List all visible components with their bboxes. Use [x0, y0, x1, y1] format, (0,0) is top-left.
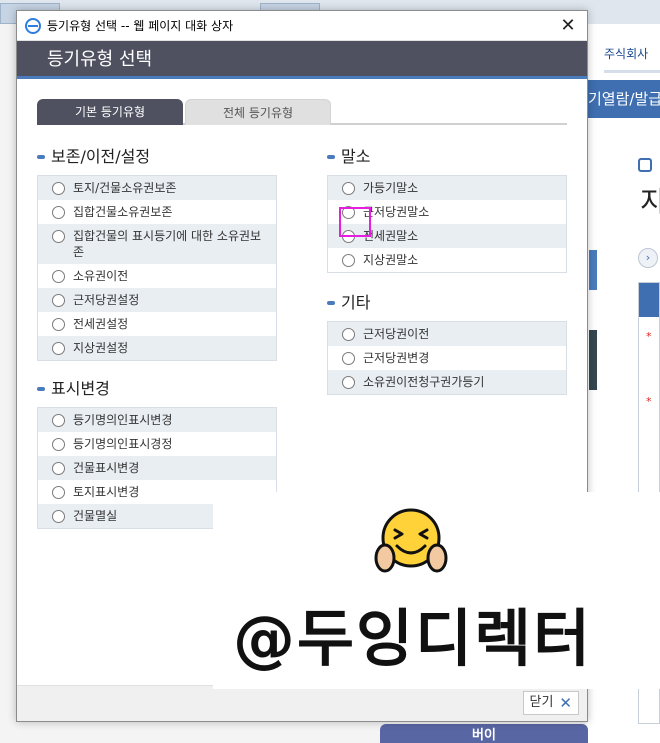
required-marker: * [646, 330, 652, 343]
window-titlebar: 등기유형 선택 -- 웹 페이지 대화 상자 ✕ [17, 11, 587, 41]
window-title: 등기유형 선택 -- 웹 페이지 대화 상자 [47, 19, 234, 33]
section-title-text: 말소 [341, 147, 371, 166]
dialog-footer: 닫기 ✕ [17, 685, 587, 721]
divider [604, 70, 660, 73]
nav-menu-item[interactable]: 기열람/발급 [582, 80, 660, 118]
option-label: 소유권이전 [73, 269, 129, 283]
radio-button[interactable] [52, 486, 65, 499]
option-label: 지상권말소 [363, 253, 419, 267]
close-icon: ✕ [559, 694, 572, 712]
close-button-label: 닫기 [529, 695, 554, 710]
option-item[interactable]: 소유권이전청구권가등기 [328, 370, 566, 394]
background-block [589, 250, 597, 290]
option-label: 건물멸실 [73, 509, 118, 523]
option-label: 소유권이전청구권가등기 [363, 375, 485, 389]
radio-button[interactable] [342, 254, 355, 267]
radio-button[interactable] [52, 462, 65, 475]
section-other: 기타 근저당권이전 근저당권변경 소유권이전청구권가등기 [327, 291, 567, 395]
highlight-annotation [339, 207, 371, 237]
option-item[interactable]: 소유권이전 [38, 264, 276, 288]
radio-button[interactable] [342, 376, 355, 389]
option-item[interactable]: 가등기말소 [328, 176, 566, 200]
section-title-text: 표시변경 [51, 379, 110, 398]
bottom-button[interactable]: 버이 [380, 724, 588, 743]
option-item[interactable]: 전세권설정 [38, 312, 276, 336]
option-label: 토지표시변경 [73, 485, 140, 499]
radio-button[interactable] [52, 342, 65, 355]
watermark-text: @두잉디렉터 [233, 602, 593, 675]
option-item[interactable]: 지상권말소 [328, 248, 566, 272]
radio-button[interactable] [52, 438, 65, 451]
tab-all-types[interactable]: 전체 등기유형 [185, 99, 331, 125]
option-item[interactable]: 등기명의인표시변경 [38, 408, 276, 432]
option-item[interactable]: 지상권설정 [38, 336, 276, 360]
option-item[interactable]: 토지/건물소유권보존 [38, 176, 276, 200]
option-label: 집합건물소유권보존 [73, 205, 173, 219]
section-title: 기타 [327, 291, 567, 315]
option-label: 등기명의인표시경정 [73, 437, 173, 451]
bullet-icon [327, 301, 335, 305]
panel-header [639, 283, 659, 317]
option-label: 전세권말소 [363, 229, 419, 243]
ie-browser-icon [25, 17, 41, 34]
option-label: 건물표시변경 [73, 461, 140, 475]
radio-button[interactable] [342, 328, 355, 341]
window-close-button[interactable]: ✕ [555, 14, 581, 38]
bullet-icon [37, 387, 45, 391]
section-title-text: 보존/이전/설정 [51, 147, 151, 166]
dialog-header: 등기유형 선택 [17, 41, 587, 79]
radio-button[interactable] [52, 270, 65, 283]
watermark-overlay: @두잉디렉터 [213, 492, 660, 689]
section-title: 표시변경 [37, 377, 277, 401]
required-marker: * [646, 395, 652, 408]
option-label: 전세권설정 [73, 317, 129, 331]
option-label: 근저당권이전 [363, 327, 430, 341]
radio-button[interactable] [52, 206, 65, 219]
option-item[interactable]: 근저당권변경 [328, 346, 566, 370]
checkbox-icon [638, 158, 652, 172]
option-label: 근저당권설정 [73, 293, 140, 307]
radio-button[interactable] [52, 182, 65, 195]
radio-button[interactable] [52, 414, 65, 427]
page-heading: 지 [640, 185, 660, 218]
background-block [589, 330, 597, 390]
option-label: 집합건물의 표시등기에 대한 소유권보존 [73, 229, 262, 259]
close-button[interactable]: 닫기 ✕ [522, 691, 579, 715]
option-label: 토지/건물소유권보존 [73, 181, 177, 195]
option-item[interactable]: 집합건물소유권보존 [38, 200, 276, 224]
option-list: 토지/건물소유권보존 집합건물소유권보존 집합건물의 표시등기에 대한 소유권보… [37, 175, 277, 361]
option-item[interactable]: 근저당권이전 [328, 322, 566, 346]
tab-basic-types[interactable]: 기본 등기유형 [37, 99, 183, 125]
radio-button[interactable] [342, 352, 355, 365]
chevron-right-icon[interactable]: › [638, 248, 658, 268]
section-title-text: 기타 [341, 293, 371, 312]
option-item[interactable]: 집합건물의 표시등기에 대한 소유권보존 [38, 224, 276, 264]
section-preserve-transfer: 보존/이전/설정 토지/건물소유권보존 집합건물소유권보존 집합건물의 표시등기… [37, 145, 277, 361]
section-title: 말소 [327, 145, 567, 169]
radio-button[interactable] [52, 318, 65, 331]
radio-button[interactable] [52, 510, 65, 523]
option-label: 등기명의인표시변경 [73, 413, 173, 427]
tab-bar: 기본 등기유형 전체 등기유형 [37, 99, 567, 125]
option-label: 근저당권변경 [363, 351, 430, 365]
option-item[interactable]: 등기명의인표시경정 [38, 432, 276, 456]
option-list: 근저당권이전 근저당권변경 소유권이전청구권가등기 [327, 321, 567, 395]
option-label: 지상권설정 [73, 341, 129, 355]
dialog-content: 기본 등기유형 전체 등기유형 [17, 79, 587, 125]
option-label: 가등기말소 [363, 181, 419, 195]
bullet-icon [327, 155, 335, 159]
section-title: 보존/이전/설정 [37, 145, 277, 169]
radio-button[interactable] [342, 182, 355, 195]
option-label: 근저당권말소 [363, 205, 430, 219]
option-item[interactable]: 건물표시변경 [38, 456, 276, 480]
company-name: 주식회사 [604, 47, 649, 61]
option-item[interactable]: 근저당권설정 [38, 288, 276, 312]
radio-button[interactable] [52, 294, 65, 307]
bullet-icon [37, 155, 45, 159]
radio-button[interactable] [52, 230, 65, 243]
smiley-face-icon [374, 508, 448, 573]
